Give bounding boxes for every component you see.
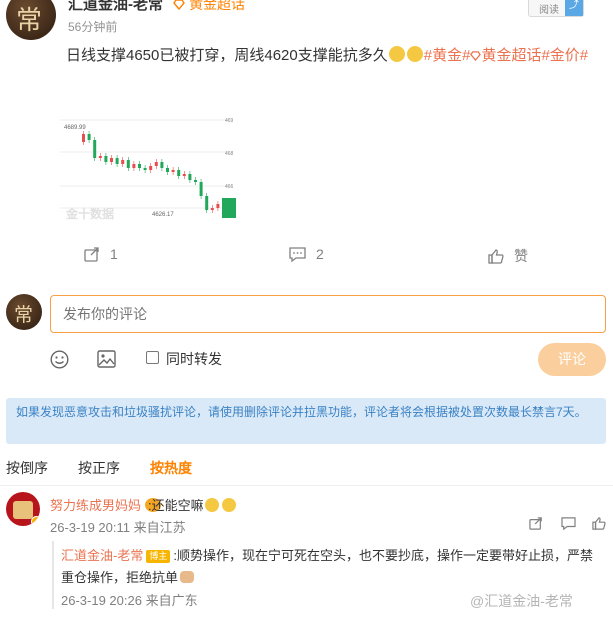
share-icon: ⤴: [565, 0, 583, 16]
author-avatar[interactable]: 常: [6, 0, 56, 40]
smile-emoji-icon: [388, 46, 405, 62]
like-button[interactable]: 赞: [488, 246, 528, 266]
candle: [160, 162, 164, 168]
emoji-icon[interactable]: [50, 350, 69, 369]
candle: [166, 168, 169, 172]
commenter-avatar[interactable]: [6, 492, 40, 526]
comment-icon[interactable]: [561, 517, 576, 530]
read-button[interactable]: 阅读 ⤴: [528, 0, 584, 17]
candle: [149, 166, 153, 170]
repost-checkbox[interactable]: [146, 351, 159, 364]
comment-meta: 26-3-19 20:11 来自江苏: [50, 520, 186, 535]
read-label: 阅读: [539, 5, 559, 16]
divider: [0, 485, 613, 486]
candle: [115, 158, 119, 164]
hashtag-gold[interactable]: #黄金#: [424, 47, 471, 64]
sort-tab-asc[interactable]: 按正序: [78, 458, 120, 478]
sort-tab-desc[interactable]: 按倒序: [6, 458, 48, 478]
comment-text: :还能空嘛: [148, 495, 236, 514]
axis-tick-mid: 468: [225, 151, 234, 157]
post-text: 日线支撑4650已被打穿，周线4620支撑能抗多久 #黄金# 黄金超话#金价#: [66, 44, 588, 65]
repost-button[interactable]: 1: [84, 246, 118, 262]
weibo-watermark: @汇道金油-老常: [470, 593, 573, 609]
topic-label: 黄金超话: [189, 0, 246, 12]
fist-emoji-icon: [180, 571, 195, 583]
axis-tick-top: 469: [225, 118, 234, 124]
candle: [205, 196, 209, 210]
candle: [121, 160, 125, 164]
axis-tick-low: 466: [225, 184, 234, 190]
submit-comment-button[interactable]: 评论: [538, 343, 606, 376]
comment-count: 2: [316, 246, 324, 262]
thumbs-up-icon[interactable]: [592, 517, 606, 530]
candle: [93, 140, 97, 158]
last-price-tag: [222, 198, 236, 218]
emoji-icon: [221, 498, 236, 512]
candle: [138, 164, 141, 168]
hashtag-supertopic-label: 黄金超话: [481, 47, 542, 64]
candle: [87, 134, 91, 140]
author-badge: 博主: [146, 550, 171, 563]
candle: [98, 156, 102, 158]
post-action-bar: 1 2 赞: [0, 240, 613, 270]
commenter-name: 努力练成男妈妈: [50, 495, 161, 514]
candle: [182, 174, 186, 176]
comment-icon: [289, 247, 306, 263]
candle: [210, 208, 214, 210]
candle: [104, 156, 108, 162]
repost-icon: [84, 247, 99, 262]
topic-link[interactable]: 黄金超话: [173, 0, 245, 12]
candle: [110, 158, 113, 162]
moderation-notice: 如果发现恶意攻击和垃圾骚扰评论，请使用删除评论并拉黑功能，评论者将会根据被处置次…: [6, 398, 606, 444]
verified-badge-icon: [31, 516, 40, 526]
commenter-name-text[interactable]: 努力练成男妈妈: [50, 498, 141, 513]
like-label: 赞: [514, 248, 528, 264]
smile-emoji-icon: [406, 46, 423, 62]
candle: [143, 168, 147, 170]
diamond-icon: [173, 0, 186, 11]
sort-tab-hot[interactable]: 按热度: [150, 458, 192, 478]
candlestick-chart: 4689.99 4626.17 469 468 466 465 金十数据: [60, 118, 236, 221]
price-high-label: 4689.99: [64, 125, 86, 131]
reply-text: 汇道金油-老常 博主:顺势操作，现在宁可死在空头，也不要抄底，操作一定要带好止损，…: [61, 545, 601, 589]
author-line: 汇道金油-老常 黄金超话: [68, 0, 245, 14]
reply-author-name[interactable]: 汇道金油-老常: [61, 548, 143, 563]
diamond-icon: [470, 51, 482, 62]
author-name[interactable]: 汇道金油-老常: [68, 0, 163, 13]
candle: [132, 164, 136, 168]
current-user-avatar[interactable]: 常: [6, 294, 42, 330]
candle: [154, 162, 158, 166]
post-text-main: 日线支撑4650已被打穿，周线4620支撑能抗多久: [66, 47, 388, 64]
post-time: 56分钟前: [68, 20, 118, 34]
thumbs-up-icon: [488, 249, 504, 264]
candle: [194, 180, 197, 182]
candles: [82, 131, 231, 213]
chart-image[interactable]: 4689.99 4626.17 469 468 466 465 金十数据: [60, 112, 236, 226]
hashtag-supertopic[interactable]: 黄金超话: [470, 47, 541, 64]
repost-count: 1: [110, 246, 118, 262]
reply-meta: 26-3-19 20:26 来自广东: [61, 593, 198, 608]
candle: [177, 170, 181, 176]
candle: [171, 170, 175, 172]
image-icon[interactable]: [97, 350, 116, 368]
price-low-label: 4626.17: [152, 212, 174, 218]
comment-text-content: :还能空嘛: [148, 498, 204, 513]
candle: [82, 134, 85, 142]
comment-input[interactable]: [50, 295, 606, 333]
candle: [199, 182, 203, 196]
chart-watermark: 金十数据: [65, 206, 114, 221]
repost-checkbox-label: 同时转发: [166, 351, 222, 367]
candle: [126, 160, 130, 168]
candle: [216, 204, 220, 208]
candle: [188, 174, 192, 180]
comment-button[interactable]: 2: [289, 246, 324, 263]
hashtag-goldprice[interactable]: #金价#: [541, 47, 588, 64]
emoji-icon: [204, 498, 219, 512]
repost-icon[interactable]: [529, 517, 543, 530]
